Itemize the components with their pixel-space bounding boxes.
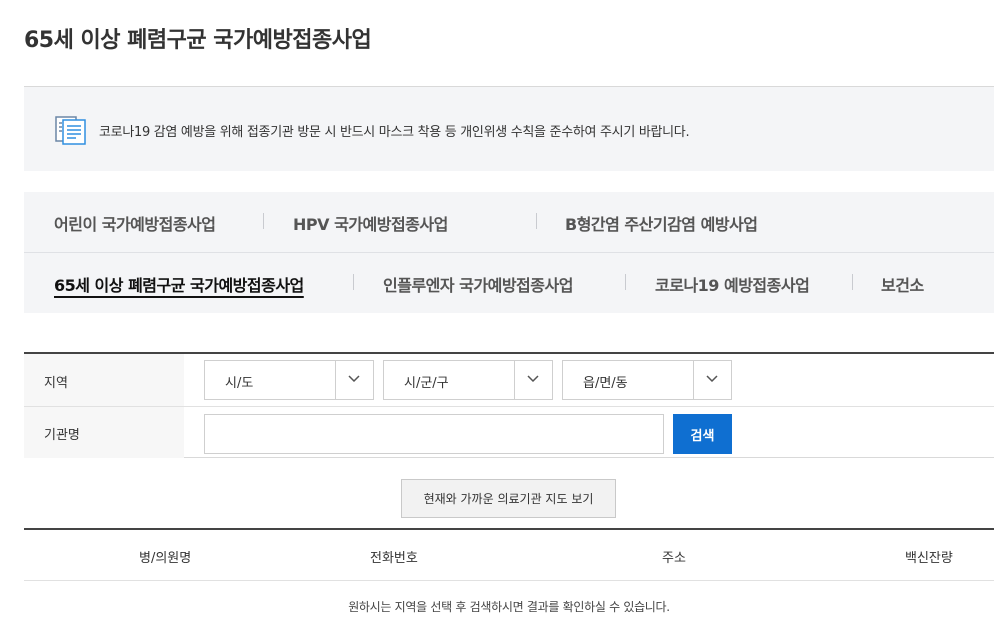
search-form: 지역 시/도 시/군/구 읍/면/동 기관명 검색: [24, 352, 994, 458]
institution-label-cell: 기관명: [24, 407, 184, 458]
empty-results-message: 원하시는 지역을 선택 후 검색하시면 결과를 확인하실 수 있습니다.: [348, 600, 670, 614]
column-header-vaccine-stock: 백신잔량: [905, 551, 953, 566]
results-header: 병/의원명 전화번호 주소 백신잔량: [24, 530, 994, 581]
tab-covid19[interactable]: 코로나19 예방접종사업: [655, 272, 810, 296]
column-header-clinic: 병/의원명: [139, 551, 192, 566]
notice-banner: 코로나19 감염 예방을 위해 접종기관 방문 시 반드시 마스크 착용 등 개…: [24, 87, 994, 171]
tab-separator: [852, 274, 853, 290]
tab-row-divider: [24, 252, 994, 253]
nearby-map-button[interactable]: 현재와 가까운 의료기관 지도 보기: [401, 479, 616, 518]
tab-separator: [353, 274, 354, 290]
program-tabs: 어린이 국가예방접종사업 HPV 국가예방접종사업 B형간염 주산기감염 예방사…: [24, 192, 994, 313]
chevron-down-icon: [527, 375, 539, 383]
tab-influenza[interactable]: 인플루엔자 국가예방접종사업: [383, 272, 573, 296]
notice-text: 코로나19 감염 예방을 위해 접종기관 방문 시 반드시 마스크 착용 등 개…: [99, 125, 690, 140]
tab-separator: [536, 213, 537, 229]
region-label: 지역: [44, 376, 68, 391]
column-header-phone: 전화번호: [370, 551, 418, 566]
tab-pneumococcal[interactable]: 65세 이상 폐렴구균 국가예방접종사업: [54, 272, 304, 296]
tab-separator: [263, 213, 264, 229]
region-label-cell: 지역: [24, 354, 184, 406]
tab-hpv-vaccination[interactable]: HPV 국가예방접종사업: [293, 211, 448, 235]
results-table: 병/의원명 전화번호 주소 백신잔량 원하시는 지역을 선택 후 검색하시면 결…: [24, 528, 994, 628]
tab-hepatitis-b[interactable]: B형간염 주산기감염 예방사업: [565, 211, 758, 235]
chevron-down-icon: [706, 375, 718, 383]
tab-separator: [625, 274, 626, 290]
province-select-value: 시/도: [225, 376, 254, 391]
city-select-value: 시/군/구: [404, 376, 449, 391]
search-button[interactable]: 검색: [673, 414, 732, 454]
institution-label: 기관명: [44, 428, 80, 443]
city-select[interactable]: 시/군/구: [383, 360, 553, 400]
document-list-icon: [54, 114, 88, 146]
institution-name-input[interactable]: [204, 414, 664, 454]
town-select[interactable]: 읍/면/동: [562, 360, 732, 400]
province-select[interactable]: 시/도: [204, 360, 374, 400]
tab-child-vaccination[interactable]: 어린이 국가예방접종사업: [54, 211, 216, 235]
town-select-value: 읍/면/동: [583, 376, 628, 391]
tab-health-center[interactable]: 보건소: [881, 272, 924, 296]
chevron-down-icon: [348, 375, 360, 383]
column-header-address: 주소: [662, 551, 686, 566]
page-title: 65세 이상 폐렴구균 국가예방접종사업: [24, 28, 372, 53]
